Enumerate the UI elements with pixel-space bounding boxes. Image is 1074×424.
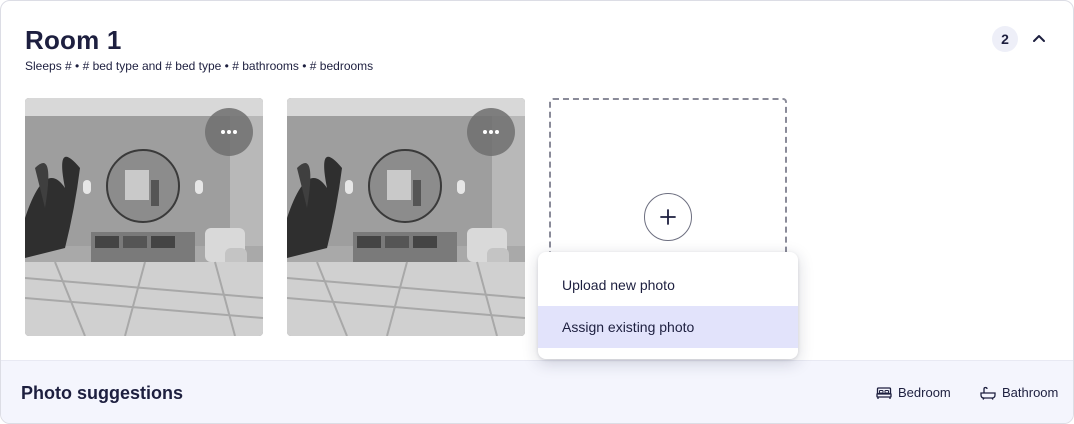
- room-title: Room 1: [25, 25, 122, 55]
- collapse-button[interactable]: [1027, 27, 1051, 49]
- room-photo[interactable]: [287, 98, 525, 336]
- photo-options-button[interactable]: [467, 108, 515, 156]
- menu-item-upload-new-photo[interactable]: Upload new photo: [538, 264, 798, 306]
- ellipsis-icon: [483, 130, 499, 134]
- photo-options-button[interactable]: [205, 108, 253, 156]
- chevron-up-icon: [1033, 35, 1045, 42]
- photo-suggestions-bar: Photo suggestions Bedroom Bathroom: [1, 360, 1073, 423]
- suggestion-chip-bathroom[interactable]: Bathroom: [980, 385, 1058, 400]
- photo-suggestions-title: Photo suggestions: [21, 383, 183, 403]
- bed-icon: [876, 386, 892, 399]
- menu-item-assign-existing-photo[interactable]: Assign existing photo: [538, 306, 798, 348]
- ellipsis-icon: [221, 130, 237, 134]
- bathtub-icon: [980, 386, 996, 400]
- add-photo-button[interactable]: [644, 193, 692, 241]
- photo-count-badge: 2: [992, 26, 1018, 52]
- add-photo-menu: Upload new photo Assign existing photo: [538, 252, 798, 359]
- chip-label: Bathroom: [1002, 385, 1059, 400]
- room-photo[interactable]: [25, 98, 263, 336]
- chip-label: Bedroom: [898, 385, 951, 400]
- room-subtitle: Sleeps # • # bed type and # bed type • #…: [25, 59, 374, 73]
- room-card: Room 1 Sleeps # • # bed type and # bed t…: [0, 0, 1074, 424]
- suggestion-chip-bedroom[interactable]: Bedroom: [876, 385, 951, 400]
- plus-icon: [660, 209, 676, 225]
